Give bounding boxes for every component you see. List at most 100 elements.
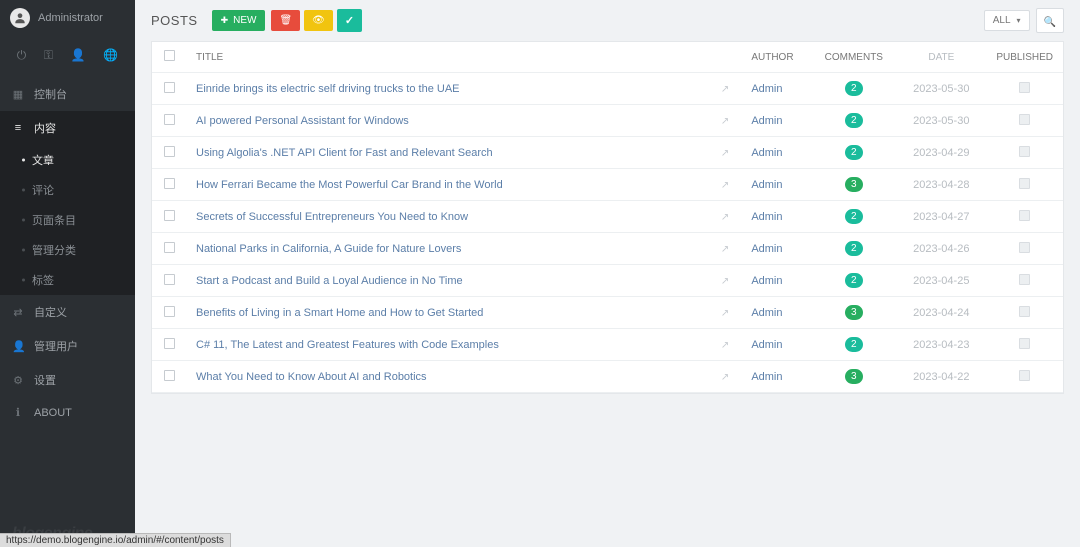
external-link-icon[interactable] bbox=[721, 243, 729, 255]
sidebar-item[interactable]: ⇄自定义 bbox=[0, 295, 135, 329]
search-button[interactable] bbox=[1036, 8, 1064, 33]
author-link[interactable]: Admin bbox=[751, 371, 782, 383]
user-icon[interactable]: 👤 bbox=[71, 48, 86, 63]
post-title-link[interactable]: AI powered Personal Assistant for Window… bbox=[196, 115, 409, 127]
col-author-header[interactable]: AUTHOR bbox=[741, 42, 811, 73]
row-checkbox[interactable] bbox=[164, 370, 175, 381]
key-icon[interactable]: ⚿ bbox=[44, 48, 53, 63]
sidebar-subitem[interactable]: 管理分类 bbox=[0, 235, 135, 265]
post-title-link[interactable]: Benefits of Living in a Smart Home and H… bbox=[196, 307, 483, 319]
sidebar-item[interactable]: 👤管理用户 bbox=[0, 329, 135, 363]
row-checkbox[interactable] bbox=[164, 146, 175, 157]
search-icon bbox=[1044, 13, 1056, 28]
gear-icon: ⚙ bbox=[12, 374, 24, 387]
author-link[interactable]: Admin bbox=[751, 179, 782, 191]
comments-badge[interactable]: 2 bbox=[845, 81, 863, 96]
new-button[interactable]: NEW bbox=[212, 10, 266, 31]
post-title-link[interactable]: Secrets of Successful Entrepreneurs You … bbox=[196, 211, 468, 223]
post-date: 2023-04-24 bbox=[896, 297, 986, 329]
sidebar-item[interactable]: ▦控制台 bbox=[0, 77, 135, 111]
row-checkbox[interactable] bbox=[164, 274, 175, 285]
post-title-link[interactable]: C# 11, The Latest and Greatest Features … bbox=[196, 339, 499, 351]
post-date: 2023-04-23 bbox=[896, 329, 986, 361]
post-title-link[interactable]: What You Need to Know About AI and Robot… bbox=[196, 371, 427, 383]
sidebar: Administrator ⏻ ⚿ 👤 🌐 ▦控制台≡内容文章评论页面条目管理分… bbox=[0, 0, 135, 547]
trash-icon bbox=[279, 15, 292, 26]
sidebar-subitem[interactable]: 文章 bbox=[0, 145, 135, 175]
list-icon: ≡ bbox=[12, 122, 24, 134]
row-checkbox[interactable] bbox=[164, 338, 175, 349]
sidebar-user[interactable]: Administrator bbox=[0, 0, 135, 36]
table-row: C# 11, The Latest and Greatest Features … bbox=[152, 329, 1063, 361]
comments-badge[interactable]: 2 bbox=[845, 113, 863, 128]
row-checkbox[interactable] bbox=[164, 242, 175, 253]
external-link-icon[interactable] bbox=[721, 275, 729, 287]
globe-icon[interactable]: 🌐 bbox=[103, 48, 118, 63]
author-link[interactable]: Admin bbox=[751, 147, 782, 159]
external-link-icon[interactable] bbox=[721, 371, 729, 383]
sidebar-item-label: ABOUT bbox=[34, 407, 72, 419]
table-row: Secrets of Successful Entrepreneurs You … bbox=[152, 201, 1063, 233]
page-title: POSTS bbox=[151, 13, 198, 28]
col-title-header[interactable]: TITLE bbox=[186, 42, 741, 73]
external-link-icon[interactable] bbox=[721, 179, 729, 191]
select-all-checkbox[interactable] bbox=[164, 50, 175, 61]
sidebar-item[interactable]: ℹ ABOUT bbox=[0, 397, 135, 428]
col-comments-header[interactable]: COMMENTS bbox=[811, 42, 896, 73]
power-icon[interactable]: ⏻ bbox=[17, 48, 27, 63]
post-title-link[interactable]: Einride brings its electric self driving… bbox=[196, 83, 460, 95]
author-link[interactable]: Admin bbox=[751, 339, 782, 351]
table-row: What You Need to Know About AI and Robot… bbox=[152, 361, 1063, 393]
sidebar-item-label: 设置 bbox=[34, 372, 56, 388]
post-title-link[interactable]: Start a Podcast and Build a Loyal Audien… bbox=[196, 275, 463, 287]
sidebar-subitem[interactable]: 页面条目 bbox=[0, 205, 135, 235]
post-title-link[interactable]: Using Algolia's .NET API Client for Fast… bbox=[196, 147, 493, 159]
delete-button[interactable] bbox=[271, 10, 300, 31]
published-checkbox bbox=[1019, 210, 1030, 221]
comments-badge[interactable]: 3 bbox=[845, 369, 863, 384]
author-link[interactable]: Admin bbox=[751, 83, 782, 95]
row-checkbox[interactable] bbox=[164, 114, 175, 125]
author-link[interactable]: Admin bbox=[751, 243, 782, 255]
post-date: 2023-04-28 bbox=[896, 169, 986, 201]
external-link-icon[interactable] bbox=[721, 339, 729, 351]
sidebar-item[interactable]: ⚙ 设置 bbox=[0, 363, 135, 397]
external-link-icon[interactable] bbox=[721, 83, 729, 95]
sidebar-item[interactable]: ≡内容 bbox=[0, 111, 135, 145]
comments-badge[interactable]: 3 bbox=[845, 177, 863, 192]
comments-badge[interactable]: 2 bbox=[845, 145, 863, 160]
row-checkbox[interactable] bbox=[164, 82, 175, 93]
table-row: AI powered Personal Assistant for Window… bbox=[152, 105, 1063, 137]
row-checkbox[interactable] bbox=[164, 178, 175, 189]
posts-table: TITLE AUTHOR COMMENTS DATE PUBLISHED Ein… bbox=[152, 42, 1063, 393]
comments-badge[interactable]: 3 bbox=[845, 305, 863, 320]
external-link-icon[interactable] bbox=[721, 211, 729, 223]
comments-badge[interactable]: 2 bbox=[845, 241, 863, 256]
filter-dropdown[interactable]: ALL bbox=[984, 10, 1030, 31]
external-link-icon[interactable] bbox=[721, 307, 729, 319]
author-link[interactable]: Admin bbox=[751, 307, 782, 319]
sidebar-subitem[interactable]: 标签 bbox=[0, 265, 135, 295]
publish-button[interactable] bbox=[304, 10, 333, 31]
author-link[interactable]: Admin bbox=[751, 115, 782, 127]
comments-badge[interactable]: 2 bbox=[845, 273, 863, 288]
post-title-link[interactable]: National Parks in California, A Guide fo… bbox=[196, 243, 461, 255]
author-link[interactable]: Admin bbox=[751, 275, 782, 287]
col-date-header[interactable]: DATE bbox=[896, 42, 986, 73]
row-checkbox[interactable] bbox=[164, 210, 175, 221]
comments-badge[interactable]: 2 bbox=[845, 337, 863, 352]
col-published-header[interactable]: PUBLISHED bbox=[986, 42, 1063, 73]
toolbar: POSTS NEW ALL bbox=[135, 0, 1080, 41]
eye-icon bbox=[312, 15, 325, 26]
external-link-icon[interactable] bbox=[721, 147, 729, 159]
approve-button[interactable] bbox=[337, 9, 362, 32]
post-title-link[interactable]: How Ferrari Became the Most Powerful Car… bbox=[196, 179, 503, 191]
avatar bbox=[10, 8, 30, 28]
sidebar-subitem[interactable]: 评论 bbox=[0, 175, 135, 205]
info-icon: ℹ bbox=[12, 406, 24, 419]
posts-panel: TITLE AUTHOR COMMENTS DATE PUBLISHED Ein… bbox=[151, 41, 1064, 394]
row-checkbox[interactable] bbox=[164, 306, 175, 317]
author-link[interactable]: Admin bbox=[751, 211, 782, 223]
external-link-icon[interactable] bbox=[721, 115, 729, 127]
comments-badge[interactable]: 2 bbox=[845, 209, 863, 224]
